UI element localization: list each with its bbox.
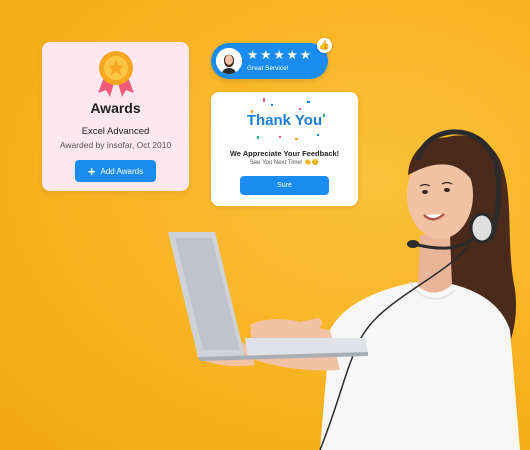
see-you-message: See You Next Time! 👏😊 [249, 160, 320, 166]
thumbs-up-icon: 👍 [317, 38, 332, 53]
medal-icon [98, 51, 134, 97]
rating-text: Great Service! [247, 65, 289, 72]
marketing-scene: Awards Excel Advanced Awarded by insofar… [0, 0, 530, 450]
feedback-message: We Appreciate Your Feedback! [229, 149, 340, 158]
add-awards-label: Add Awards [100, 166, 144, 176]
thank-you-title: Thank You [246, 112, 323, 129]
rating-pill: ★ ★ ★ ★ ★ Great Service! 👍 [211, 38, 332, 79]
star-icon: ★ [247, 48, 259, 62]
thank-you-card: Thank You We Appreciate Your Feedback! S… [211, 92, 358, 206]
award-name: Excel Advanced [81, 126, 150, 137]
sure-button[interactable]: Sure [240, 176, 329, 195]
rating-stars: ★ ★ ★ ★ ★ [247, 49, 311, 62]
awards-card: Awards Excel Advanced Awarded by insofar… [42, 42, 189, 191]
award-meta: Awarded by insofar, Oct 2010 [59, 140, 172, 150]
star-icon: ★ [273, 48, 285, 62]
star-icon: ★ [286, 48, 298, 62]
add-awards-button[interactable]: + Add Awards [75, 160, 156, 182]
awards-title: Awards [90, 100, 141, 116]
avatar [216, 48, 242, 74]
star-icon: ★ [260, 48, 272, 62]
plus-icon: + [87, 163, 96, 179]
star-icon: ★ [299, 48, 312, 62]
